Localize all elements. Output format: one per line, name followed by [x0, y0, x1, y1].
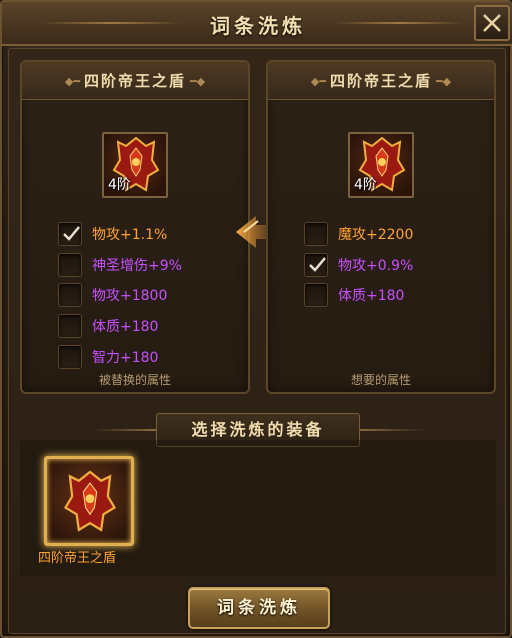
attribute-row[interactable]: 魔攻+2200 [304, 222, 413, 246]
equipment-name: 四阶帝王之盾 [38, 551, 117, 566]
panel-header: ◆━ 四阶帝王之盾 ━◆ [22, 62, 248, 100]
check-icon [63, 226, 80, 241]
window-title: 词条洗炼 [210, 14, 306, 38]
attribute-checkbox[interactable] [304, 222, 328, 246]
tier-label: 4阶 [108, 177, 131, 193]
attribute-checkbox[interactable] [304, 253, 328, 277]
wanted-attributes-panel: ◆━ 四阶帝王之盾 ━◆ 4阶 魔攻+2200 物攻+0.9% 体质+180 想要的… [266, 60, 496, 394]
refine-window: 词条洗炼 ◆━ 四阶帝王之盾 ━◆ 4阶 物攻+1.1% 神圣增伤+9% 物攻+… [0, 0, 512, 638]
attribute-row[interactable]: 物攻+0.9% [304, 253, 413, 277]
section-divider [360, 429, 424, 431]
attribute-label: 物攻+0.9% [338, 258, 414, 274]
attribute-checkbox[interactable] [58, 283, 82, 307]
attribute-checkbox[interactable] [58, 222, 82, 246]
replaced-attributes-panel: ◆━四阶帝王之盾 ━◆ 4阶 物攻+1.1% 神圣增伤+9% 物攻+1800 [20, 60, 250, 394]
tier-label: 4阶 [354, 177, 377, 193]
attribute-row[interactable]: 智力+180 [58, 345, 158, 369]
close-icon [483, 14, 501, 32]
attribute-checkbox[interactable] [58, 253, 82, 277]
shield-icon [63, 470, 117, 532]
ornament-icon: ◆━ [64, 74, 80, 88]
panel-title: 四阶帝王之盾 [329, 72, 432, 90]
section-divider [92, 429, 156, 431]
attribute-checkbox[interactable] [58, 345, 82, 369]
attribute-row[interactable]: 物攻+1.1% [58, 222, 167, 246]
refine-button[interactable]: 词条洗炼 [188, 587, 330, 629]
attribute-row[interactable]: 体质+180 [304, 283, 404, 307]
panel-header: ◆━ 四阶帝王之盾 ━◆ [268, 62, 494, 100]
attribute-label: 智力+180 [92, 350, 159, 366]
check-icon [309, 257, 326, 272]
attribute-row[interactable]: 物攻+1800 [58, 283, 167, 307]
attribute-row[interactable]: 神圣增伤+9% [58, 253, 182, 277]
ornament-icon: ◆━ [310, 74, 326, 88]
attribute-row[interactable]: 体质+180 [58, 314, 158, 338]
attribute-label: 物攻+1800 [92, 288, 168, 304]
attribute-label: 体质+180 [92, 319, 159, 335]
panel-footer: 想要的属性 [350, 373, 411, 387]
attribute-label: 物攻+1.1% [92, 227, 168, 243]
attribute-label: 体质+180 [338, 288, 405, 304]
panel-footer: 被替换的属性 [98, 373, 171, 387]
attribute-label: 神圣增伤+9% [92, 258, 182, 274]
ornament-icon: ━◆ [436, 74, 452, 88]
panel-title: 四阶帝王之盾 [83, 72, 186, 90]
item-icon[interactable]: 4阶 [102, 132, 168, 198]
attribute-checkbox[interactable] [304, 283, 328, 307]
attribute-checkbox[interactable] [58, 314, 82, 338]
equipment-slot-selected[interactable] [44, 456, 134, 546]
close-button[interactable] [474, 5, 510, 41]
item-icon[interactable]: 4阶 [348, 132, 414, 198]
title-bar: 词条洗炼 [2, 2, 512, 46]
ornament-icon: ━◆ [190, 74, 206, 88]
attribute-label: 魔攻+2200 [338, 227, 414, 243]
